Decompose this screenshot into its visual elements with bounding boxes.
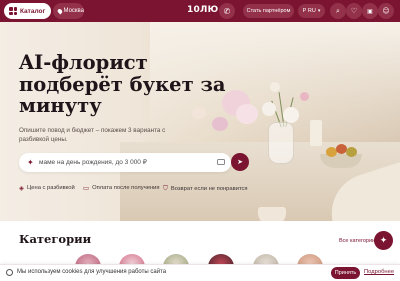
cart-button[interactable]: ▣: [362, 3, 378, 19]
partner-label: Стать партнёром: [246, 8, 291, 14]
city-selector[interactable]: Москва: [53, 3, 84, 19]
cookie-details-link[interactable]: Подробнее: [364, 269, 394, 275]
search-button[interactable]: ⌕: [330, 3, 346, 19]
categories-title: Категории: [19, 232, 92, 246]
site-logo[interactable]: 10ЛЮ: [187, 5, 218, 15]
grid-icon: [9, 7, 17, 15]
account-button[interactable]: ☺: [378, 3, 394, 19]
all-categories-link[interactable]: Все категории: [339, 238, 375, 244]
catalog-button[interactable]: Каталог: [4, 3, 51, 19]
user-icon: ☺: [382, 7, 390, 15]
location-pin-icon: [56, 7, 63, 15]
sparkle-icon: ✦: [27, 158, 34, 167]
ai-search-input[interactable]: [39, 156, 189, 169]
hero-section: AI-флорист подберёт букет за минуту Опиш…: [0, 22, 400, 221]
bag-icon: ▣: [367, 7, 373, 15]
hero-title: AI-флорист подберёт букет за минуту: [19, 51, 226, 117]
ai-assistant-button[interactable]: ✦: [374, 231, 393, 250]
catalog-label: Каталог: [20, 7, 46, 15]
heart-icon: ♡: [350, 7, 358, 15]
feature-label: Цена с разбивкой: [27, 185, 75, 191]
card-icon: ▭: [83, 184, 90, 192]
send-button[interactable]: ➤: [231, 153, 249, 171]
search-icon: ⌕: [336, 6, 340, 15]
feature-label: Оплата после получения: [92, 185, 160, 191]
cookie-icon: [6, 269, 13, 276]
hero-subtitle: Опишите повод и бюджет – покажем 3 вариа…: [19, 127, 166, 143]
feature-price-breakdown: ◈ Цена с разбивкой: [19, 184, 75, 192]
chevron-down-icon: ▾: [317, 8, 321, 14]
tag-icon: ◈: [19, 184, 24, 192]
language-label: Р RU: [302, 8, 316, 14]
accept-cookies-button[interactable]: Принять: [331, 267, 360, 279]
top-header: Каталог Москва 10ЛЮ ✆ Стать партнёром Р …: [0, 0, 400, 22]
language-selector[interactable]: Р RU ▾: [298, 4, 325, 18]
send-arrow-icon: ➤: [237, 158, 243, 166]
ai-search-bar: ✦ ➤: [19, 153, 249, 172]
city-label: Москва: [63, 8, 84, 14]
feature-refund: ⛉ Возврат если не понравится: [163, 184, 248, 193]
become-partner-button[interactable]: Стать партнёром: [243, 4, 294, 18]
phone-icon: ✆: [223, 6, 231, 16]
cookie-banner: Мы используем cookies для улучшения рабо…: [0, 264, 400, 281]
shield-icon: ⛉: [163, 184, 168, 192]
sparkle-icon: ✦: [379, 235, 388, 246]
feature-label: Возврат если не понравится: [170, 185, 248, 192]
feature-pay-on-delivery: ▭ Оплата после получения: [83, 184, 160, 192]
camera-icon[interactable]: [217, 159, 225, 165]
cookie-text: Мы используем cookies для улучшения рабо…: [17, 269, 167, 275]
favorites-button[interactable]: ♡: [346, 3, 362, 19]
phone-button[interactable]: ✆: [219, 3, 235, 19]
